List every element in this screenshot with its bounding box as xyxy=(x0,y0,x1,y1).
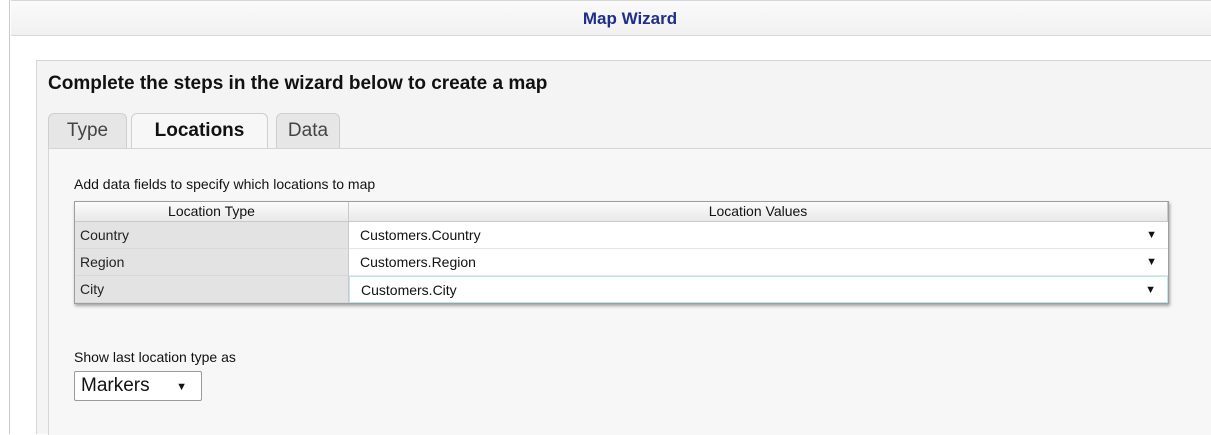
location-value-dropdown[interactable]: Customers.City ▼ xyxy=(349,276,1168,303)
title-bar[interactable]: Map Wizard xyxy=(11,0,1211,36)
table-row: Country Customers.Country ▼ xyxy=(75,222,1168,249)
location-fields-table: Location Type Location Values Country Cu… xyxy=(74,201,1169,304)
dropdown-arrow-icon[interactable]: ▼ xyxy=(1146,249,1157,276)
dropdown-arrow-icon[interactable]: ▼ xyxy=(1145,277,1156,304)
window-left-edge xyxy=(0,0,10,434)
locations-instruction: Add data fields to specify which locatio… xyxy=(74,176,376,192)
location-value-text: Customers.Country xyxy=(360,227,481,243)
tab-type[interactable]: Type xyxy=(48,113,127,148)
wizard-panel: Complete the steps in the wizard below t… xyxy=(36,60,1211,435)
chevron-down-icon: ▼ xyxy=(176,381,187,393)
show-last-location-label: Show last location type as xyxy=(74,349,236,365)
locations-tab-content: Add data fields to specify which locatio… xyxy=(48,148,1211,435)
tab-data[interactable]: Data xyxy=(276,113,340,148)
location-type-cell: Country xyxy=(75,222,349,249)
location-value-dropdown[interactable]: Customers.Country ▼ xyxy=(349,222,1168,249)
column-header-location-type: Location Type xyxy=(75,202,349,222)
tab-locations[interactable]: Locations xyxy=(131,113,268,150)
location-value-text: Customers.City xyxy=(361,282,457,298)
selected-option: Markers xyxy=(81,375,150,396)
location-value-text: Customers.Region xyxy=(360,254,476,270)
table-header-row: Location Type Location Values xyxy=(75,202,1168,222)
table-row: City Customers.City ▼ xyxy=(75,276,1168,303)
window-title: Map Wizard xyxy=(582,9,678,28)
location-value-dropdown[interactable]: Customers.Region ▼ xyxy=(349,249,1168,276)
wizard-heading: Complete the steps in the wizard below t… xyxy=(48,73,548,94)
map-wizard-dialog: Map Wizard Complete the steps in the wiz… xyxy=(11,0,1211,435)
location-type-cell: Region xyxy=(75,249,349,276)
last-location-type-select[interactable]: Markers ▼ xyxy=(74,371,202,401)
location-type-cell: City xyxy=(75,276,349,303)
column-header-location-values: Location Values xyxy=(349,202,1168,222)
dropdown-arrow-icon[interactable]: ▼ xyxy=(1146,222,1157,249)
table-row: Region Customers.Region ▼ xyxy=(75,249,1168,276)
